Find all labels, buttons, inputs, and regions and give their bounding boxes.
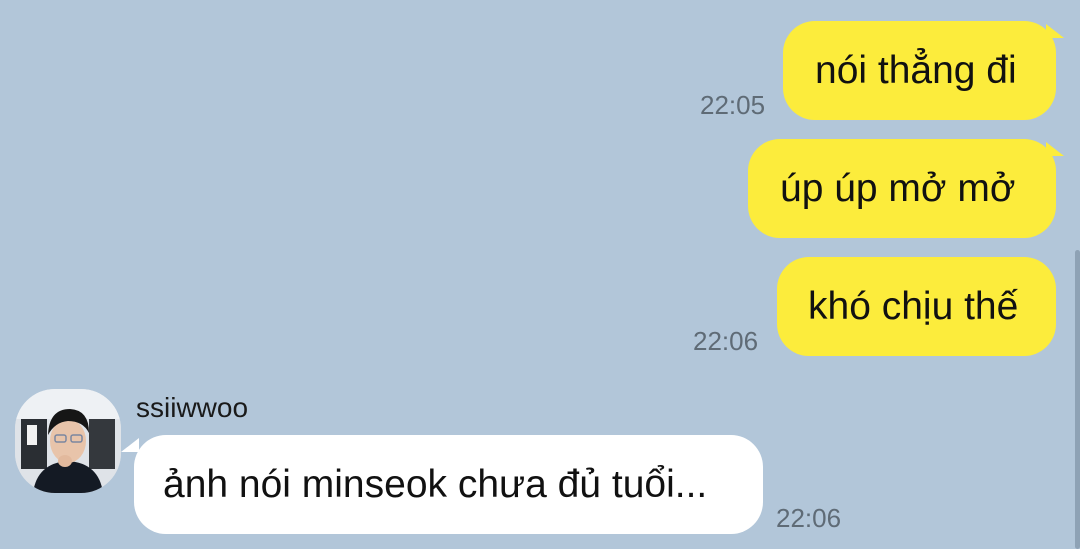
message-bubble-incoming[interactable]: ảnh nói minseok chưa đủ tuổi...: [134, 435, 763, 534]
message-text: úp úp mở mở: [780, 167, 1016, 210]
message-text: ảnh nói minseok chưa đủ tuổi...: [163, 463, 708, 506]
scrollbar[interactable]: [1075, 250, 1080, 549]
message-timestamp: 22:06: [776, 503, 842, 533]
bubble-tail: [1046, 24, 1064, 38]
user-photo-icon: [15, 389, 121, 493]
chat-thread[interactable]: nói thẳng đi 22:05 úp úp mở mở khó chịu …: [0, 0, 1080, 549]
message-bubble-outgoing[interactable]: khó chịu thế: [777, 257, 1056, 356]
bubble-tail: [121, 438, 139, 452]
bubble-tail: [1046, 142, 1064, 156]
message-timestamp: 22:05: [700, 90, 766, 120]
message-bubble-outgoing[interactable]: úp úp mở mở: [748, 139, 1056, 238]
avatar[interactable]: [15, 389, 121, 493]
message-timestamp: 22:06: [693, 326, 759, 356]
message-text: khó chịu thế: [808, 285, 1019, 328]
message-text: nói thẳng đi: [815, 49, 1017, 92]
message-bubble-outgoing[interactable]: nói thẳng đi: [783, 21, 1056, 120]
sender-name: ssiiwwoo: [136, 392, 249, 423]
